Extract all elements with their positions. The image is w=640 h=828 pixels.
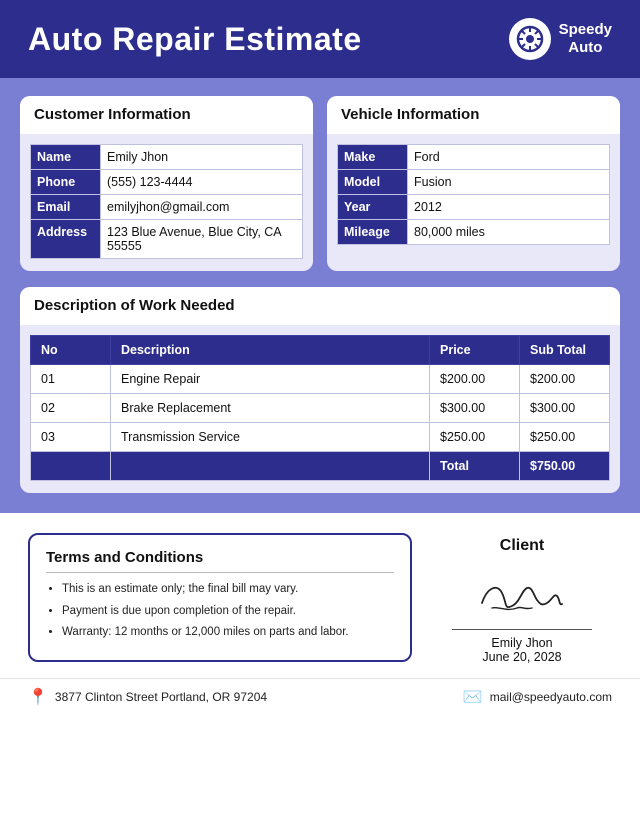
footer-email-text: mail@speedyauto.com xyxy=(490,690,612,704)
work-section: Description of Work Needed No Descriptio… xyxy=(20,287,620,493)
info-row: Customer Information Name Emily Jhon Pho… xyxy=(20,96,620,271)
customer-email-label: Email xyxy=(31,195,101,220)
work-price-1: $200.00 xyxy=(430,365,520,394)
vehicle-mileage-label: Mileage xyxy=(338,220,408,245)
table-row: Address 123 Blue Avenue, Blue City, CA 5… xyxy=(31,220,303,259)
work-subtotal-2: $300.00 xyxy=(520,394,610,423)
bottom-section: Terms and Conditions This is an estimate… xyxy=(0,513,640,678)
signature-line xyxy=(452,629,592,630)
terms-list: This is an estimate only; the final bill… xyxy=(46,581,394,641)
customer-email-value: emilyjhon@gmail.com xyxy=(101,195,303,220)
table-row: Phone (555) 123-4444 xyxy=(31,170,303,195)
table-row: 03 Transmission Service $250.00 $250.00 xyxy=(31,423,610,452)
list-item: Warranty: 12 months or 12,000 miles on p… xyxy=(62,624,394,641)
col-price: Price xyxy=(430,336,520,365)
work-card-header: Description of Work Needed xyxy=(20,287,620,325)
col-no: No xyxy=(31,336,111,365)
customer-phone-value: (555) 123-4444 xyxy=(101,170,303,195)
email-icon: ✉️ xyxy=(463,687,483,707)
table-row: Name Emily Jhon xyxy=(31,145,303,170)
location-icon: 📍 xyxy=(28,687,48,707)
table-row: Model Fusion xyxy=(338,170,610,195)
work-subtotal-3: $250.00 xyxy=(520,423,610,452)
customer-card-header: Customer Information xyxy=(20,96,313,134)
signature-area xyxy=(452,565,592,625)
vehicle-model-label: Model xyxy=(338,170,408,195)
total-label: Total xyxy=(430,452,520,481)
logo-text: Speedy Auto xyxy=(559,21,612,57)
client-date: June 20, 2028 xyxy=(482,650,561,664)
client-label: Client xyxy=(500,537,544,555)
vehicle-make-value: Ford xyxy=(408,145,610,170)
vehicle-section-title: Vehicle Information xyxy=(341,106,479,123)
customer-section-title: Customer Information xyxy=(34,106,191,123)
total-empty-2 xyxy=(111,452,430,481)
list-item: This is an estimate only; the final bill… xyxy=(62,581,394,598)
table-row: Year 2012 xyxy=(338,195,610,220)
customer-table-wrap: Name Emily Jhon Phone (555) 123-4444 Ema… xyxy=(20,144,313,259)
work-subtotal-1: $200.00 xyxy=(520,365,610,394)
client-box: Client Emily Jhon June 20, 2028 xyxy=(432,533,612,664)
vehicle-year-label: Year xyxy=(338,195,408,220)
work-table: No Description Price Sub Total 01 Engine… xyxy=(30,335,610,481)
terms-box: Terms and Conditions This is an estimate… xyxy=(28,533,412,662)
table-row: 02 Brake Replacement $300.00 $300.00 xyxy=(31,394,610,423)
main-section: Customer Information Name Emily Jhon Pho… xyxy=(0,78,640,513)
table-row: Email emilyjhon@gmail.com xyxy=(31,195,303,220)
vehicle-table: Make Ford Model Fusion Year 2012 Mileage… xyxy=(337,144,610,245)
vehicle-year-value: 2012 xyxy=(408,195,610,220)
footer-email: ✉️ mail@speedyauto.com xyxy=(463,687,612,707)
vehicle-make-label: Make xyxy=(338,145,408,170)
work-no-2: 02 xyxy=(31,394,111,423)
customer-address-value: 123 Blue Avenue, Blue City, CA 55555 xyxy=(101,220,303,259)
work-no-1: 01 xyxy=(31,365,111,394)
work-desc-3: Transmission Service xyxy=(111,423,430,452)
signature-svg xyxy=(462,568,582,623)
work-section-title: Description of Work Needed xyxy=(34,297,235,314)
total-empty-1 xyxy=(31,452,111,481)
footer: 📍 3877 Clinton Street Portland, OR 97204… xyxy=(0,678,640,721)
work-table-wrap: No Description Price Sub Total 01 Engine… xyxy=(20,335,620,493)
table-row: Make Ford xyxy=(338,145,610,170)
customer-phone-label: Phone xyxy=(31,170,101,195)
work-table-header-row: No Description Price Sub Total xyxy=(31,336,610,365)
list-item: Payment is due upon completion of the re… xyxy=(62,603,394,620)
table-row: Mileage 80,000 miles xyxy=(338,220,610,245)
customer-card: Customer Information Name Emily Jhon Pho… xyxy=(20,96,313,271)
work-desc-2: Brake Replacement xyxy=(111,394,430,423)
header: Auto Repair Estimate Speedy Auto xyxy=(0,0,640,78)
work-desc-1: Engine Repair xyxy=(111,365,430,394)
vehicle-card: Vehicle Information Make Ford Model Fusi… xyxy=(327,96,620,271)
customer-name-value: Emily Jhon xyxy=(101,145,303,170)
work-no-3: 03 xyxy=(31,423,111,452)
customer-table: Name Emily Jhon Phone (555) 123-4444 Ema… xyxy=(30,144,303,259)
col-description: Description xyxy=(111,336,430,365)
footer-address: 📍 3877 Clinton Street Portland, OR 97204 xyxy=(28,687,267,707)
work-price-3: $250.00 xyxy=(430,423,520,452)
footer-address-text: 3877 Clinton Street Portland, OR 97204 xyxy=(55,690,267,704)
customer-address-label: Address xyxy=(31,220,101,259)
vehicle-mileage-value: 80,000 miles xyxy=(408,220,610,245)
customer-name-label: Name xyxy=(31,145,101,170)
terms-title: Terms and Conditions xyxy=(46,549,394,573)
total-row: Total $750.00 xyxy=(31,452,610,481)
col-subtotal: Sub Total xyxy=(520,336,610,365)
page-title: Auto Repair Estimate xyxy=(28,21,362,58)
logo-area: Speedy Auto xyxy=(509,18,612,60)
logo-icon xyxy=(509,18,551,60)
total-value: $750.00 xyxy=(520,452,610,481)
vehicle-card-header: Vehicle Information xyxy=(327,96,620,134)
table-row: 01 Engine Repair $200.00 $200.00 xyxy=(31,365,610,394)
work-price-2: $300.00 xyxy=(430,394,520,423)
client-name: Emily Jhon xyxy=(491,636,552,650)
vehicle-table-wrap: Make Ford Model Fusion Year 2012 Mileage… xyxy=(327,144,620,245)
vehicle-model-value: Fusion xyxy=(408,170,610,195)
